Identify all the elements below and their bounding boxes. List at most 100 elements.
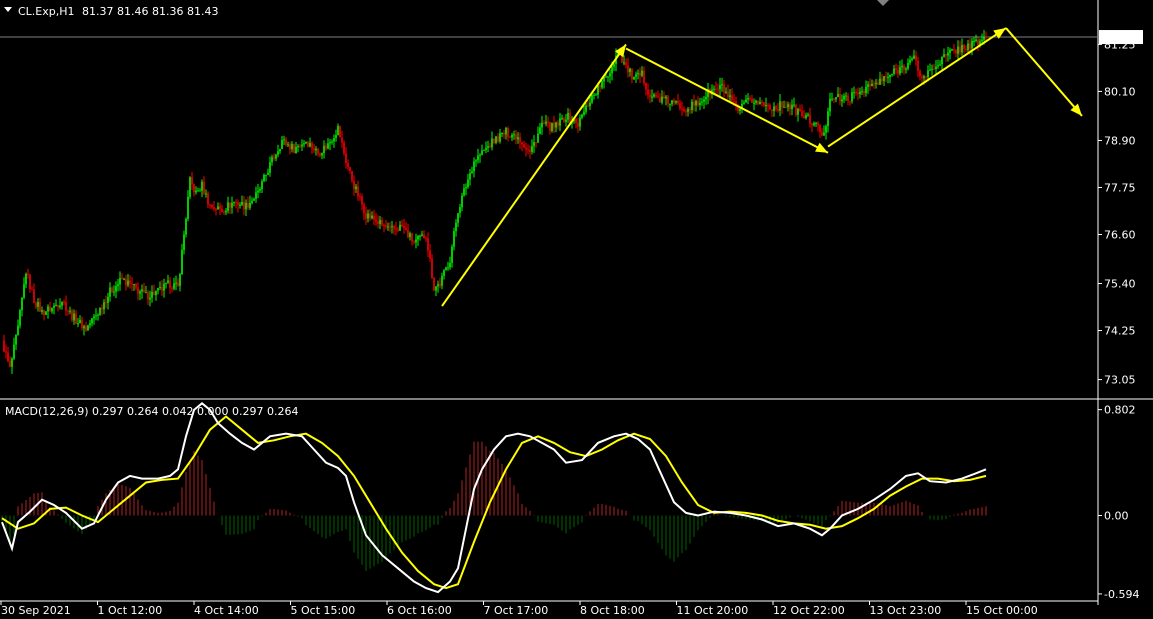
candle-body xyxy=(229,202,231,208)
candle-body xyxy=(841,99,843,102)
candle-body xyxy=(815,122,817,124)
candle-body xyxy=(395,228,397,230)
candle-body xyxy=(81,319,83,329)
candle-body xyxy=(813,123,815,126)
candle-body xyxy=(555,122,557,128)
candle-body xyxy=(493,138,495,143)
candle-body xyxy=(313,148,315,151)
time-tick-label: 12 Oct 22:00 xyxy=(773,604,845,617)
candle-body xyxy=(385,225,387,227)
candle-body xyxy=(261,181,263,190)
candle-body xyxy=(797,108,799,115)
candle-body xyxy=(719,85,721,89)
candle-body xyxy=(899,67,901,74)
candle-body xyxy=(823,132,825,136)
price-tick-label: 78.90 xyxy=(1104,134,1136,147)
candle-body xyxy=(827,111,829,127)
candle-body xyxy=(119,278,121,285)
candle-body xyxy=(131,283,133,285)
candle-body xyxy=(553,123,555,128)
candle-body xyxy=(405,228,407,230)
candle-body xyxy=(63,301,65,303)
candle-body xyxy=(915,55,917,61)
candle-body xyxy=(397,229,399,231)
candle-body xyxy=(353,180,355,190)
candle-body xyxy=(169,280,171,288)
candle-body xyxy=(413,241,415,243)
candle-body xyxy=(533,142,535,147)
price-tick-label: 73.05 xyxy=(1104,374,1136,387)
candle-body xyxy=(499,133,501,142)
candle-body xyxy=(287,144,289,146)
candle-body xyxy=(543,122,545,124)
candle-body xyxy=(205,193,207,195)
candle-body xyxy=(5,351,7,353)
candle-body xyxy=(743,102,745,104)
candle-body xyxy=(381,219,383,225)
candle-body xyxy=(631,68,633,80)
candle-body xyxy=(243,201,245,210)
candle-body xyxy=(481,150,483,155)
candle-body xyxy=(749,98,751,100)
candle-body xyxy=(683,108,685,112)
candle-body xyxy=(355,186,357,190)
candle-body xyxy=(933,68,935,70)
candle-body xyxy=(459,207,461,214)
candle-body xyxy=(117,284,119,287)
time-tick-label: 15 Oct 00:00 xyxy=(966,604,1038,617)
candle-body xyxy=(695,100,697,106)
candle-body xyxy=(939,64,941,66)
candle-body xyxy=(327,143,329,149)
candle-body xyxy=(549,122,551,132)
candle-body xyxy=(151,291,153,298)
time-tick-label: 6 Oct 16:00 xyxy=(387,604,452,617)
candle-body xyxy=(647,89,649,95)
candle-body xyxy=(517,137,519,140)
candle-body xyxy=(279,148,281,152)
candle-body xyxy=(311,142,313,149)
candle-body xyxy=(51,307,53,312)
time-tick-label: 13 Oct 23:00 xyxy=(870,604,942,617)
candle-body xyxy=(207,193,209,205)
candle-body xyxy=(479,154,481,156)
candle-body xyxy=(263,174,265,182)
candle-body xyxy=(591,95,593,103)
candle-body xyxy=(655,94,657,97)
candle-body xyxy=(265,174,267,176)
candle-body xyxy=(497,136,499,142)
candle-body xyxy=(721,84,723,86)
candle-body xyxy=(235,201,237,203)
candle-body xyxy=(859,91,861,95)
candle-body xyxy=(379,219,381,224)
candle-body xyxy=(799,108,801,111)
candle-body xyxy=(307,141,309,147)
candle-body xyxy=(821,132,823,136)
candle-body xyxy=(585,105,587,112)
candle-body xyxy=(739,108,741,112)
candle-body xyxy=(475,160,477,162)
candle-body xyxy=(699,102,701,106)
candle-body xyxy=(305,141,307,144)
candle-body xyxy=(675,101,677,103)
candle-body xyxy=(153,291,155,296)
candle-body xyxy=(9,361,11,367)
candle-body xyxy=(605,76,607,78)
candle-body xyxy=(599,85,601,88)
candle-body xyxy=(973,40,975,42)
candle-body xyxy=(59,305,61,308)
candle-body xyxy=(83,326,85,329)
candle-body xyxy=(39,302,41,312)
candle-body xyxy=(123,278,125,280)
candle-body xyxy=(657,96,659,98)
candle-body xyxy=(597,85,599,95)
candle-body xyxy=(157,288,159,291)
candle-body xyxy=(903,65,905,70)
candle-body xyxy=(115,286,117,292)
candle-body xyxy=(87,325,89,331)
candle-body xyxy=(57,304,59,308)
candle-body xyxy=(579,117,581,127)
candle-body xyxy=(697,100,699,106)
candle-body xyxy=(957,46,959,54)
candle-body xyxy=(705,96,707,100)
time-axis: 30 Sep 2021 1 Oct 12:00 4 Oct 14:00 5 Oct 1… xyxy=(0,601,1038,617)
